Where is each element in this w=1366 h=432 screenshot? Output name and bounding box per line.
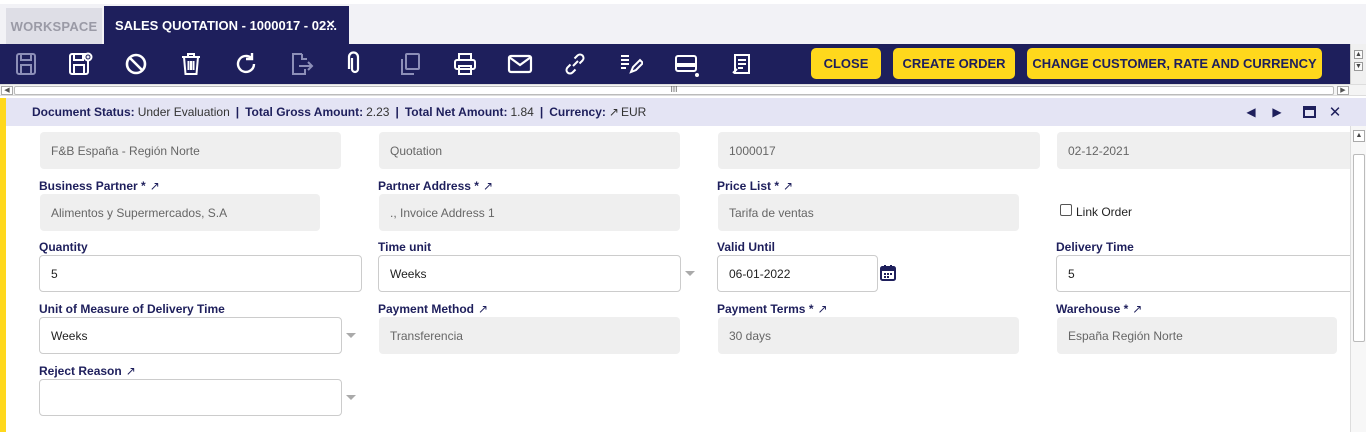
delete-icon[interactable]	[178, 51, 204, 77]
separator: |	[539, 105, 544, 119]
scroll-up-icon[interactable]: ▲	[1354, 50, 1363, 59]
status-bar: Document Status: Under Evaluation | Tota…	[0, 98, 1366, 126]
refresh-icon[interactable]	[233, 51, 259, 77]
order-date-field[interactable]: 02-12-2021	[1057, 132, 1356, 169]
form-area: F&B España - Región Norte Quotation 1000…	[0, 126, 1356, 432]
valid-until-label: Valid Until	[717, 240, 776, 254]
delivery-time-input[interactable]: 5	[1056, 255, 1356, 292]
link-icon[interactable]: ↗	[126, 364, 136, 378]
scroll-left-icon[interactable]: ◀	[1, 86, 13, 95]
link-icon[interactable]: ↗	[1132, 302, 1142, 316]
partner-address-label: Partner Address * ↗	[378, 179, 493, 193]
time-unit-label: Time unit	[378, 240, 432, 254]
attachment-icon[interactable]	[342, 51, 368, 77]
previous-record-icon[interactable]: ◀	[1244, 105, 1258, 119]
link-order-label: Link Order	[1076, 205, 1133, 219]
copy-record-icon[interactable]	[397, 51, 423, 77]
scroll-thumb[interactable]	[1353, 154, 1365, 342]
undo-icon[interactable]	[123, 51, 149, 77]
document-type-field[interactable]: Quotation	[379, 132, 680, 169]
doc-status-label: Document Status:	[32, 105, 135, 119]
net-amount-value: 1.84	[510, 105, 534, 119]
calendar-icon[interactable]	[879, 264, 897, 282]
warehouse-label: Warehouse * ↗	[1056, 302, 1143, 316]
currency-label: Currency:	[549, 105, 606, 119]
separator: |	[395, 105, 399, 119]
link-icon[interactable]: ↗	[783, 179, 793, 193]
horizontal-scrollbar[interactable]: ◀ III ▶	[0, 84, 1366, 96]
export-icon[interactable]	[288, 51, 314, 77]
change-customer-rate-currency-button[interactable]: CHANGE CUSTOMER, RATE AND CURRENCY	[1027, 48, 1322, 79]
business-partner-field[interactable]: Alimentos y Supermercados, S.A	[40, 194, 320, 231]
document-no-field[interactable]: 1000017	[718, 132, 1040, 169]
link-icon[interactable]	[562, 51, 588, 77]
currency-link-icon[interactable]: ↗	[609, 105, 619, 119]
price-list-field[interactable]: Tarifa de ventas	[718, 194, 1019, 231]
organization-field[interactable]: F&B España - Región Norte	[40, 132, 341, 169]
close-form-icon[interactable]: ✕	[1328, 104, 1342, 121]
tab-title: SALES QUOTATION - 1000017 - 02...	[115, 17, 338, 33]
grid-view-icon[interactable]	[673, 51, 699, 77]
uom-delivery-select[interactable]: Weeks	[39, 317, 342, 354]
link-icon[interactable]: ↗	[150, 179, 160, 193]
payment-method-label: Payment Method ↗	[378, 302, 489, 316]
time-unit-select[interactable]: Weeks	[378, 255, 681, 292]
tab-bar: WORKSPACE SALES QUOTATION - 1000017 - 02…	[0, 0, 1366, 44]
payment-method-field[interactable]: Transferencia	[379, 317, 680, 354]
partner-address-field[interactable]: ., Invoice Address 1	[379, 194, 680, 231]
toolbar: CLOSE CREATE ORDER CHANGE CUSTOMER, RATE…	[0, 44, 1350, 84]
quantity-input[interactable]: 5	[39, 255, 362, 292]
notes-icon[interactable]	[729, 51, 755, 77]
uom-delivery-label: Unit of Measure of Delivery Time	[39, 302, 225, 316]
doc-status-value: Under Evaluation	[137, 105, 230, 119]
tab-sales-quotation[interactable]: SALES QUOTATION - 1000017 - 02... ×	[104, 6, 349, 44]
warehouse-field[interactable]: España Región Norte	[1057, 317, 1337, 354]
chevron-down-icon[interactable]	[346, 333, 356, 338]
net-amount-label: Total Net Amount:	[404, 105, 508, 119]
close-button[interactable]: CLOSE	[811, 48, 881, 79]
maximize-icon[interactable]	[1302, 105, 1316, 119]
toolbar-scrollbar[interactable]: ▲ ▼	[1350, 44, 1366, 84]
form-scrollbar[interactable]: ▲	[1350, 126, 1366, 432]
tab-workspace[interactable]: WORKSPACE	[6, 8, 102, 44]
close-tab-icon[interactable]: ×	[326, 16, 335, 33]
scroll-thumb[interactable]: III	[14, 86, 1334, 95]
payment-terms-field[interactable]: 30 days	[718, 317, 1019, 354]
link-icon[interactable]: ↗	[483, 179, 493, 193]
link-order-checkbox[interactable]	[1060, 204, 1072, 216]
valid-until-input[interactable]: 06-01-2022	[717, 255, 878, 292]
quantity-label: Quantity	[39, 240, 88, 254]
audit-trail-icon[interactable]	[617, 51, 643, 77]
payment-terms-label: Payment Terms * ↗	[717, 302, 828, 316]
gross-amount-label: Total Gross Amount:	[245, 105, 364, 119]
chevron-down-icon[interactable]	[685, 271, 695, 276]
scroll-up-icon[interactable]: ▲	[1353, 130, 1365, 142]
delivery-time-label: Delivery Time	[1056, 240, 1134, 254]
next-record-icon[interactable]: ▶	[1270, 105, 1284, 119]
business-partner-label: Business Partner * ↗	[39, 179, 160, 193]
print-icon[interactable]	[452, 51, 478, 77]
reject-reason-label: Reject Reason ↗	[39, 364, 136, 378]
reject-reason-select[interactable]	[39, 379, 342, 416]
email-icon[interactable]	[507, 51, 533, 77]
link-icon[interactable]: ↗	[478, 302, 488, 316]
separator: |	[235, 105, 240, 119]
scroll-right-icon[interactable]: ▶	[1337, 86, 1349, 95]
chevron-down-icon[interactable]	[346, 395, 356, 400]
create-order-button[interactable]: CREATE ORDER	[893, 48, 1015, 79]
new-document-icon[interactable]	[13, 51, 39, 77]
currency-value: EUR	[620, 105, 647, 119]
gross-amount-value: 2.23	[366, 105, 390, 119]
save-icon[interactable]	[67, 51, 93, 77]
scroll-down-icon[interactable]: ▼	[1354, 62, 1363, 71]
price-list-label: Price List * ↗	[717, 179, 794, 193]
link-icon[interactable]: ↗	[818, 302, 828, 316]
